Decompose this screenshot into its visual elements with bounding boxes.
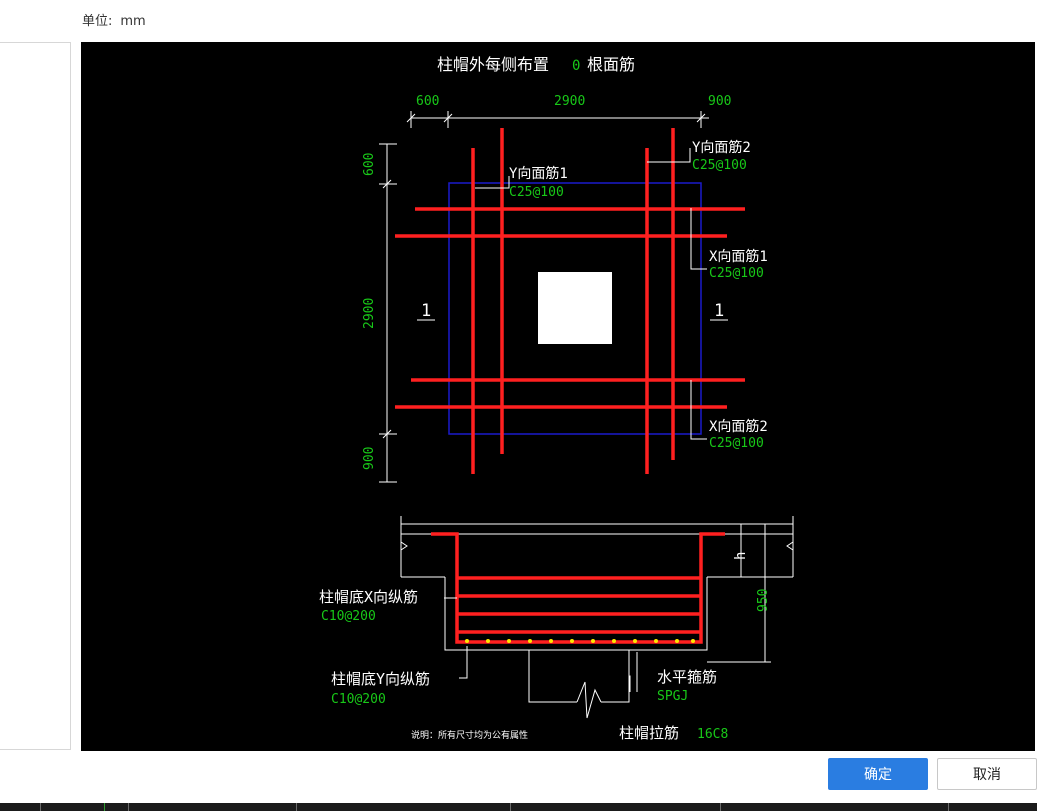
depth-label: 950 xyxy=(756,589,771,612)
bottom-y-spec[interactable]: C10@200 xyxy=(331,692,386,707)
unit-label: 单位: mm xyxy=(82,10,146,29)
y1-spec[interactable]: C25@100 xyxy=(509,185,564,200)
x1-spec[interactable]: C25@100 xyxy=(709,266,764,281)
bottom-x-spec[interactable]: C10@200 xyxy=(321,609,376,624)
title-prefix: 柱帽外每侧布置 xyxy=(437,55,549,74)
rebar-diagram-canvas: 柱帽外每侧布置 0 根面筋 600 2900 900 600 2900 900 xyxy=(81,42,1035,751)
x1-name: X向面筋1 xyxy=(709,248,768,265)
section-leaders xyxy=(444,597,638,692)
y1-name: Y向面筋1 xyxy=(509,165,568,182)
left-panel xyxy=(0,42,71,750)
stirrup-spec[interactable]: SPGJ xyxy=(657,689,688,704)
title-suffix: 根面筋 xyxy=(587,55,635,74)
unit-value: mm xyxy=(120,14,146,29)
section-outline xyxy=(400,516,794,719)
unit-label-text: 单位: xyxy=(82,14,113,29)
title-count[interactable]: 0 xyxy=(572,58,580,74)
top-dim-3: 900 xyxy=(708,94,731,109)
side-dim-3: 900 xyxy=(362,447,377,470)
bottom-y-name: 柱帽底Y向纵筋 xyxy=(331,670,430,688)
y2-spec[interactable]: C25@100 xyxy=(692,158,747,173)
top-dim-1: 600 xyxy=(416,94,439,109)
section-rebars xyxy=(431,532,725,644)
tie-name: 柱帽拉筋 xyxy=(619,724,679,742)
cancel-button[interactable]: 取消 xyxy=(937,758,1037,790)
x2-spec[interactable]: C25@100 xyxy=(709,436,764,451)
rebar-diagram: 柱帽外每侧布置 0 根面筋 600 2900 900 600 2900 900 xyxy=(319,55,794,742)
stirrup-name: 水平箍筋 xyxy=(657,668,717,686)
taskbar-strip xyxy=(0,803,1037,811)
ok-button[interactable]: 确定 xyxy=(828,758,928,790)
h-label: h xyxy=(733,552,749,560)
top-dim-2: 2900 xyxy=(554,94,585,109)
side-dim-2: 2900 xyxy=(362,298,377,329)
tie-spec[interactable]: 16C8 xyxy=(697,727,728,742)
section-mark-right: 1 xyxy=(714,301,724,321)
section-mark-left: 1 xyxy=(421,301,431,321)
top-dimension xyxy=(406,111,709,128)
y2-name: Y向面筋2 xyxy=(692,139,751,156)
diagram-note: 说明：所有尺寸均为公有属性 xyxy=(411,729,528,741)
side-dim-1: 600 xyxy=(362,153,377,176)
side-dimension xyxy=(379,143,397,483)
x2-name: X向面筋2 xyxy=(709,418,768,435)
bottom-x-name: 柱帽底X向纵筋 xyxy=(319,588,418,606)
column-square xyxy=(538,272,612,344)
